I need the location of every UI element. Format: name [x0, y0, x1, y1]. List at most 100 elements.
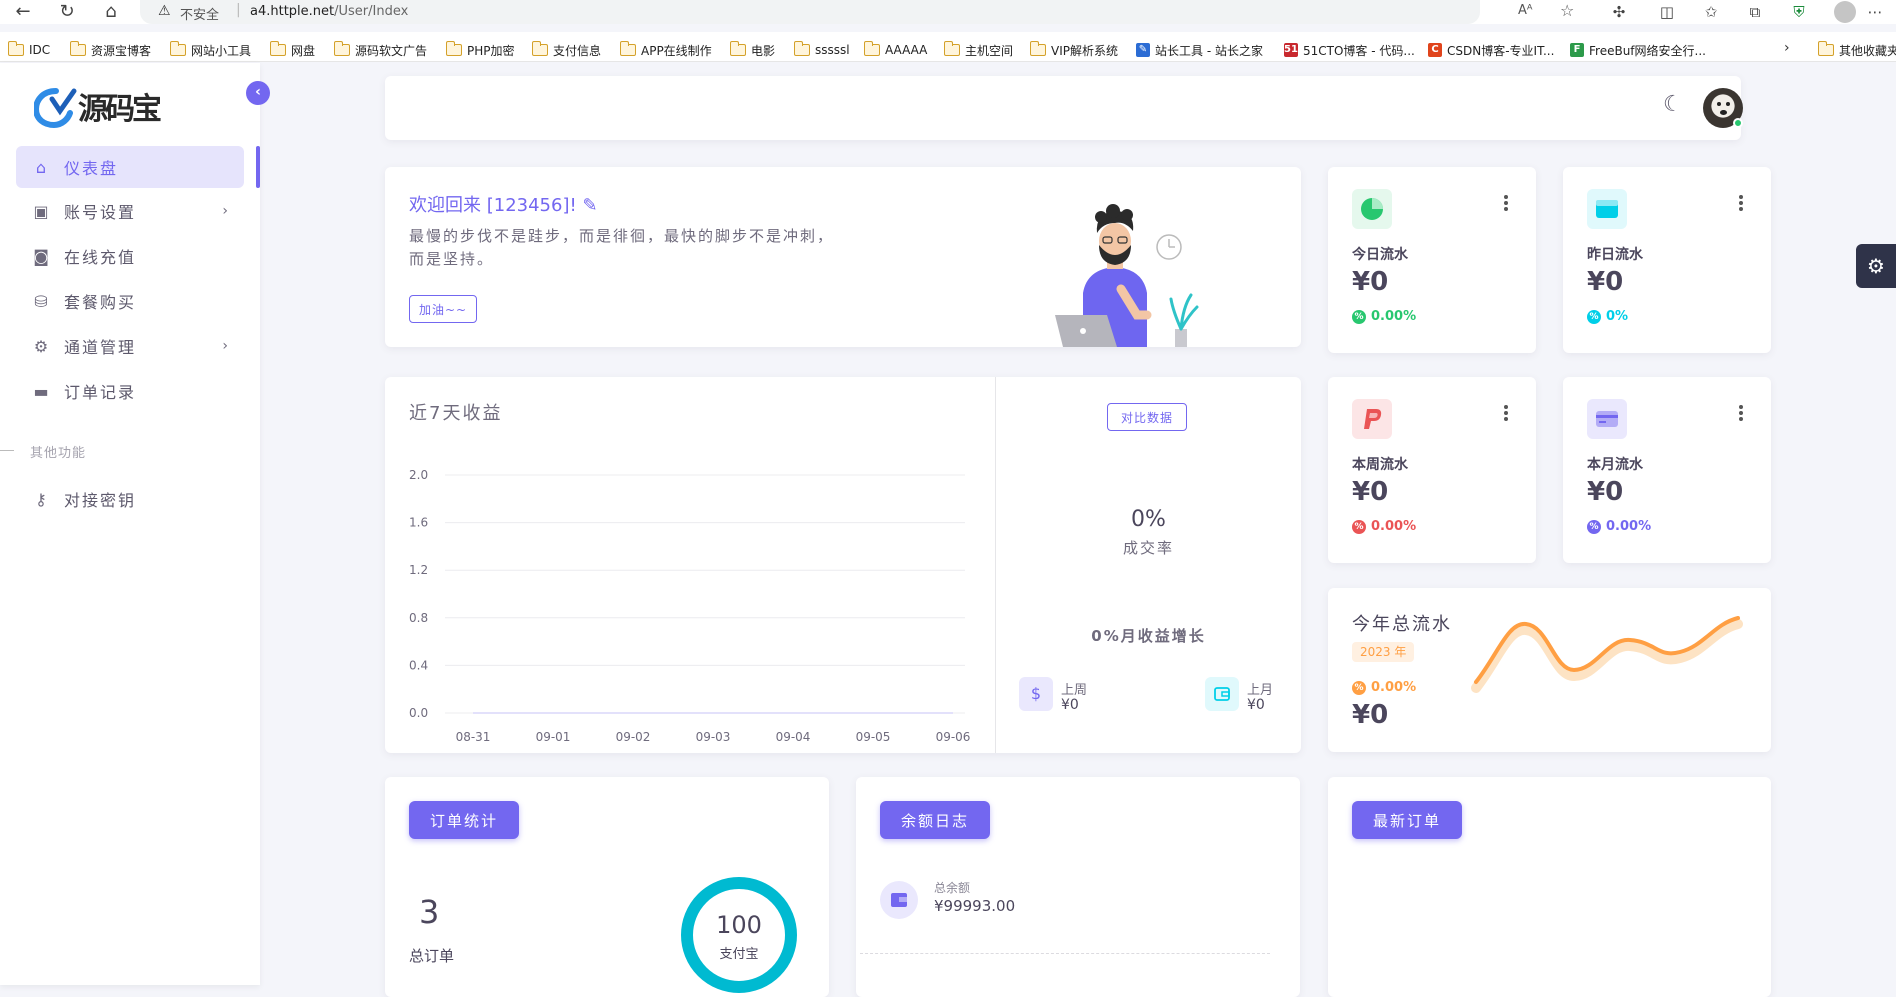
sidebar-item-account[interactable]: ▣ 账号设置 › [16, 190, 244, 232]
folder-icon [730, 41, 746, 56]
credit-card-icon [1587, 399, 1627, 439]
back-icon[interactable]: ← [12, 2, 34, 22]
bookmark-label: PHP加密 [467, 43, 515, 58]
collapse-sidebar-button[interactable]: ‹ [246, 81, 270, 105]
stat-change: % 0.00% [1352, 519, 1416, 534]
bookmark-item[interactable]: 电影 [730, 41, 775, 59]
moon-icon[interactable]: ☾ [1663, 92, 1683, 117]
key-icon: ⚷ [35, 489, 49, 509]
bookmark-label: APP在线制作 [641, 43, 712, 58]
section-divider [0, 450, 14, 451]
y-tick-label: 0.4 [409, 658, 428, 672]
bookmark-item[interactable]: 支付信息 [532, 41, 601, 59]
sidebar-item-orders[interactable]: ▬ 订单记录 [16, 370, 244, 412]
avatar[interactable] [1703, 88, 1743, 128]
latest-orders-card: 最新订单 [1328, 777, 1771, 997]
shield-check-icon[interactable]: ⛨ [1788, 2, 1810, 22]
bookmark-label: 电影 [751, 43, 776, 58]
bookmark-item[interactable]: 网盘 [270, 41, 315, 59]
bookmark-label: IDC [29, 43, 51, 57]
bookmark-item[interactable]: C CSDN博客-专业IT... [1428, 41, 1554, 59]
stat-title: 本周流水 [1352, 457, 1408, 473]
bookmark-item[interactable]: ✎ 站长工具 - 站长之家 [1136, 41, 1263, 59]
extensions-icon[interactable]: ✣ [1608, 2, 1630, 22]
bookmark-item[interactable]: 主机空间 [944, 41, 1013, 59]
read-aloud-icon[interactable]: Aᴬ [1518, 3, 1533, 18]
last-month-label: 上月 [1247, 683, 1274, 698]
bookmark-idc[interactable]: IDC [8, 41, 50, 59]
dollar-icon: $ [1019, 677, 1053, 711]
folder-icon [864, 41, 880, 56]
sidebar-item-recharge[interactable]: ◙ 在线充值 [16, 235, 244, 277]
last-month-value: ¥0 [1247, 697, 1265, 713]
folder-icon [334, 41, 350, 56]
compare-data-button[interactable]: 对比数据 [1107, 403, 1187, 431]
home-icon[interactable]: ⌂ [100, 2, 122, 22]
stat-card-week: 本周流水 ¥0 % 0.00% [1328, 377, 1536, 563]
stat-card-yesterday: 昨日流水 ¥0 % 0% [1563, 167, 1771, 353]
bookmark-item[interactable]: 其他收藏夹 [1818, 41, 1896, 59]
folder-icon [532, 41, 548, 56]
url-path: /User/Index [334, 4, 409, 19]
sidebar-item-channel[interactable]: ⚙ 通道管理 › [16, 325, 244, 367]
monthly-growth: 0%月收益增长 [1091, 627, 1206, 645]
ring-value: 100 [716, 911, 762, 939]
favorites-icon[interactable]: ✩ [1700, 2, 1722, 22]
sidebar-item-api-key[interactable]: ⚷ 对接密钥 [16, 478, 244, 520]
folder-icon [794, 41, 810, 56]
order-stats-card: 订单统计 3 总订单 100 支付宝 [385, 777, 829, 997]
address-bar[interactable]: ⚠ 不安全 | a4.httple.net/User/Index Aᴬ ☆ [140, 0, 1574, 24]
chevron-right-icon[interactable]: › [1784, 40, 1790, 56]
year-sparkline [1471, 616, 1743, 693]
collections-icon[interactable]: ⧉ [1744, 2, 1766, 22]
folder-icon [170, 41, 186, 56]
bookmark-item[interactable]: VIP解析系统 [1030, 41, 1118, 59]
bookmark-item[interactable]: 资源宝博客 [70, 41, 151, 59]
bookmark-label: 网站小工具 [191, 43, 252, 58]
url-text: a4.httple.net/User/Index [250, 4, 408, 19]
y-tick-label: 1.2 [409, 563, 428, 577]
more-menu-icon[interactable]: ⋯ [1864, 2, 1886, 22]
bookmark-item[interactable]: AAAAA [864, 41, 927, 59]
latest-orders-button[interactable]: 最新订单 [1352, 801, 1462, 839]
more-options-icon[interactable] [1739, 405, 1743, 421]
ring-label: 支付宝 [719, 947, 759, 962]
dashed-divider [860, 953, 1270, 954]
more-options-icon[interactable] [1739, 195, 1743, 211]
bookmark-item[interactable]: APP在线制作 [620, 41, 712, 59]
order-stats-button[interactable]: 订单统计 [409, 801, 519, 839]
balance-log-button[interactable]: 余额日志 [880, 801, 990, 839]
customizer-gear-icon[interactable]: ⚙ [1856, 244, 1896, 288]
bookmark-item[interactable]: 网站小工具 [170, 41, 251, 59]
pie-chart-icon [1352, 189, 1392, 229]
sidebar-item-label: 订单记录 [64, 383, 137, 402]
stat-change: % 0% [1587, 309, 1628, 324]
more-options-icon[interactable] [1504, 195, 1508, 211]
sidebar-item-package[interactable]: ⛁ 套餐购买 [16, 280, 244, 322]
split-screen-icon[interactable]: ◫ [1656, 2, 1678, 22]
sidebar-item-dashboard[interactable]: ⌂ 仪表盘 [16, 146, 244, 188]
favorite-star-icon[interactable]: ☆ [1560, 1, 1574, 20]
cheer-button[interactable]: 加油~~ [409, 295, 477, 323]
camera-icon: ◙ [33, 246, 51, 266]
chevron-right-icon: › [222, 338, 230, 354]
percent-icon: % [1352, 519, 1366, 534]
stat-value: ¥0 [1587, 267, 1624, 297]
last-week-value: ¥0 [1061, 697, 1079, 713]
more-options-icon[interactable] [1504, 405, 1508, 421]
bookmark-label: VIP解析系统 [1051, 43, 1118, 58]
bookmark-item[interactable]: sssssl [794, 41, 850, 59]
bookmark-item[interactable]: 51 51CTO博客 - 代码... [1284, 41, 1415, 59]
profile-avatar-icon[interactable] [1834, 1, 1856, 23]
stat-value: ¥0 [1352, 267, 1389, 297]
online-status-dot [1733, 118, 1743, 128]
bookmark-item[interactable]: 源码软文广告 [334, 41, 427, 59]
bookmark-item[interactable]: F FreeBuf网络安全行... [1570, 41, 1706, 59]
user-card-icon: ▣ [33, 201, 51, 221]
x-tick-label: 09-05 [856, 730, 891, 744]
folder-icon [446, 41, 462, 56]
bookmark-item[interactable]: PHP加密 [446, 41, 515, 59]
vertical-divider [995, 377, 996, 753]
bookmark-label: 源码软文广告 [355, 43, 428, 58]
reload-icon[interactable]: ↻ [56, 2, 78, 22]
